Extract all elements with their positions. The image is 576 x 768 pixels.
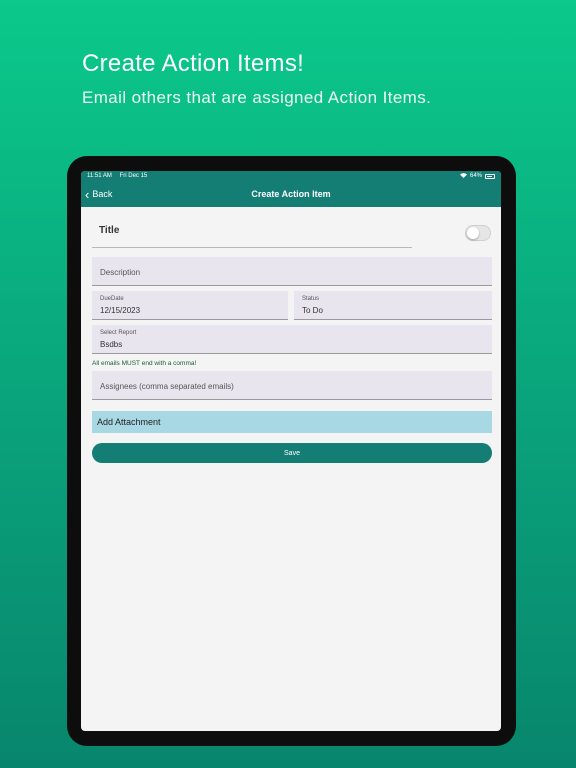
due-date-label: DueDate <box>100 296 124 302</box>
page-title: Create Action Item <box>251 189 331 199</box>
status-label: Status <box>302 296 320 302</box>
battery-percent: 64% <box>469 173 482 179</box>
save-button[interactable]: Save <box>92 443 492 463</box>
battery-icon <box>485 173 495 179</box>
status-bar: 11:51 AM Fri Dec 15 64% <box>81 171 501 181</box>
status-date: Fri Dec 15 <box>119 173 148 179</box>
description-placeholder: Description <box>100 268 141 277</box>
save-label: Save <box>284 449 300 457</box>
back-label: Back <box>92 189 113 199</box>
status-time: 11:51 AM <box>87 173 112 179</box>
report-label: Select Report <box>100 330 137 336</box>
assignees-input[interactable]: Assignees (comma separated emails) <box>92 371 492 400</box>
app-screen: 11:51 AM Fri Dec 15 64% ‹ Back Create Ac… <box>81 171 501 731</box>
wifi-icon <box>459 172 467 180</box>
title-label: Title <box>99 225 120 236</box>
chevron-left-icon: ‹ <box>85 186 90 202</box>
add-attachment-button[interactable]: Add Attachment <box>92 411 492 433</box>
tablet-frame: 11:51 AM Fri Dec 15 64% ‹ Back Create Ac… <box>67 156 516 746</box>
report-value: Bsdbs <box>100 340 123 349</box>
back-button[interactable]: ‹ Back <box>85 181 112 207</box>
nav-bar: ‹ Back Create Action Item <box>81 181 501 207</box>
due-date-field[interactable]: DueDate 12/15/2023 <box>92 291 288 320</box>
toggle-knob <box>467 227 479 239</box>
description-field[interactable]: Description <box>92 257 492 286</box>
email-note: All emails MUST end with a comma! <box>92 360 197 367</box>
promo-headline: Create Action Items! <box>82 50 305 77</box>
title-toggle[interactable] <box>465 225 491 241</box>
add-attachment-label: Add Attachment <box>97 417 161 427</box>
status-value: To Do <box>302 306 323 315</box>
promo-subline: Email others that are assigned Action It… <box>82 88 432 107</box>
title-field[interactable]: Title <box>92 219 412 248</box>
assignees-placeholder: Assignees (comma separated emails) <box>100 382 234 391</box>
status-field[interactable]: Status To Do <box>294 291 492 320</box>
report-select[interactable]: Select Report Bsdbs <box>92 325 492 354</box>
due-date-value: 12/15/2023 <box>100 306 141 315</box>
